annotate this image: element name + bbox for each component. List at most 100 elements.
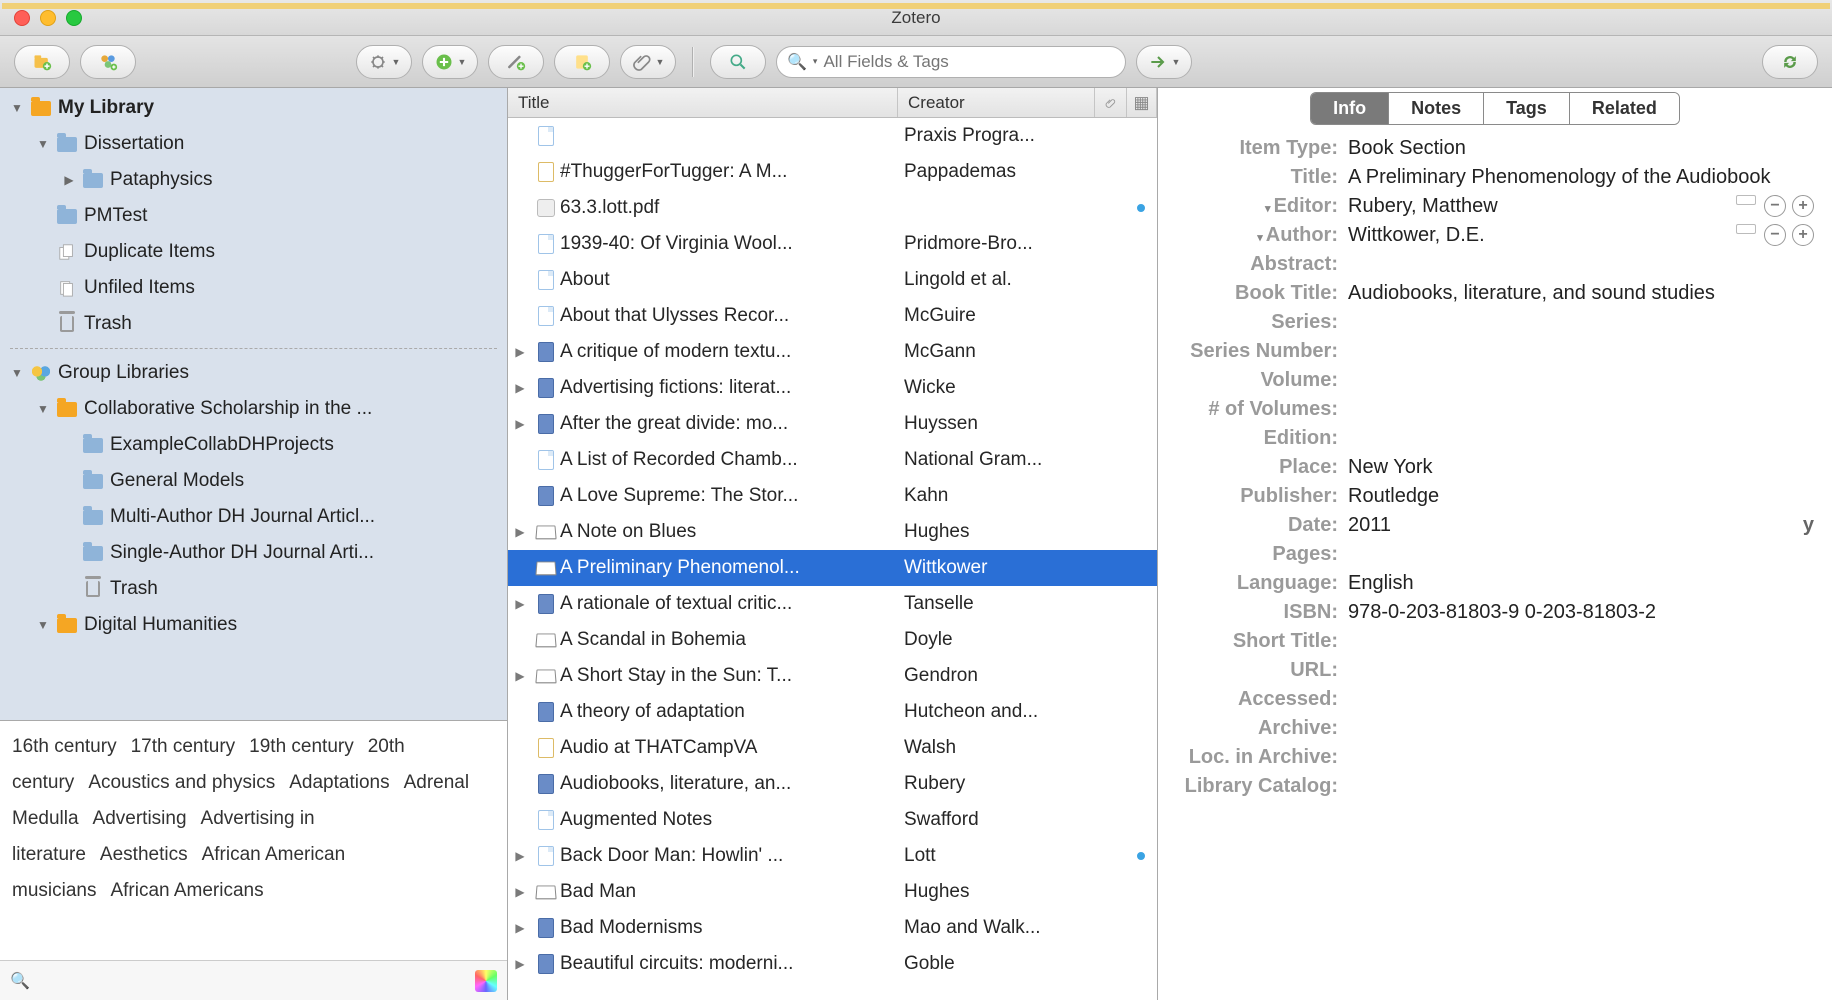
item-row[interactable]: A Love Supreme: The Stor...Kahn xyxy=(508,478,1157,514)
tag[interactable]: Adaptations xyxy=(289,772,389,793)
add-by-identifier-button[interactable] xyxy=(488,45,544,79)
item-row[interactable]: ▶A rationale of textual critic...Tansell… xyxy=(508,586,1157,622)
disclosure-triangle-icon[interactable]: ▼ xyxy=(36,618,50,632)
my-library[interactable]: ▼ My Library xyxy=(0,90,507,126)
collection-dissertation[interactable]: ▼ Dissertation xyxy=(0,126,507,162)
new-note-button[interactable] xyxy=(554,45,610,79)
column-title[interactable]: Title xyxy=(508,88,898,117)
item-row[interactable]: 63.3.lott.pdf xyxy=(508,190,1157,226)
item-row[interactable]: Praxis Progra... xyxy=(508,118,1157,154)
collections-tree[interactable]: ▼ My Library ▼ Dissertation ▶ Pataphysic… xyxy=(0,88,507,720)
duplicate-items[interactable]: Duplicate Items xyxy=(0,234,507,270)
item-row[interactable]: Audiobooks, literature, an...Rubery xyxy=(508,766,1157,802)
group-general-models[interactable]: General Models xyxy=(0,463,507,499)
disclosure-triangle-icon[interactable]: ▶ xyxy=(508,669,532,683)
tab-related[interactable]: Related xyxy=(1570,93,1679,124)
group-multi-author[interactable]: Multi-Author DH Journal Articl... xyxy=(0,499,507,535)
disclosure-triangle-icon[interactable]: ▶ xyxy=(508,417,532,431)
disclosure-triangle-icon[interactable]: ▼ xyxy=(10,101,24,115)
editor-value[interactable]: Rubery, Matthew xyxy=(1348,195,1736,218)
item-row[interactable]: About that Ulysses Recor...McGuire xyxy=(508,298,1157,334)
disclosure-triangle-icon[interactable]: ▶ xyxy=(508,849,532,863)
item-row[interactable]: A theory of adaptationHutcheon and... xyxy=(508,694,1157,730)
column-creator[interactable]: Creator xyxy=(898,88,1095,117)
group-digital-humanities[interactable]: ▼ Digital Humanities xyxy=(0,607,507,643)
tag[interactable]: 17th century xyxy=(131,736,236,757)
item-row[interactable]: ▶A Note on BluesHughes xyxy=(508,514,1157,550)
item-row[interactable]: ▶Bad ModernismsMao and Walk... xyxy=(508,910,1157,946)
item-type-value[interactable]: Book Section xyxy=(1348,137,1814,160)
item-row[interactable]: ▶Bad ManHughes xyxy=(508,874,1157,910)
item-row[interactable]: 1939-40: Of Virginia Wool...Pridmore-Bro… xyxy=(508,226,1157,262)
group-libraries-header[interactable]: ▼ Group Libraries xyxy=(0,355,507,391)
column-attachment[interactable] xyxy=(1095,88,1127,117)
item-row[interactable]: ▶Advertising fictions: literat...Wicke xyxy=(508,370,1157,406)
advanced-search-button[interactable] xyxy=(710,45,766,79)
unfiled-items[interactable]: Unfiled Items xyxy=(0,270,507,306)
disclosure-triangle-icon[interactable]: ▶ xyxy=(508,885,532,899)
author-value[interactable]: Wittkower, D.E. xyxy=(1348,224,1736,247)
tab-info[interactable]: Info xyxy=(1311,93,1389,124)
language-value[interactable]: English xyxy=(1348,572,1814,595)
item-row[interactable]: AboutLingold et al. xyxy=(508,262,1157,298)
item-row[interactable]: ▶After the great divide: mo...Huyssen xyxy=(508,406,1157,442)
book-title-value[interactable]: Audiobooks, literature, and sound studie… xyxy=(1348,282,1814,305)
trash[interactable]: Trash xyxy=(0,306,507,342)
tag[interactable]: 19th century xyxy=(249,736,354,757)
tag-selector-menu-icon[interactable] xyxy=(475,970,497,992)
item-row[interactable]: ▶A critique of modern textu...McGann xyxy=(508,334,1157,370)
group-trash[interactable]: Trash xyxy=(0,571,507,607)
new-group-button[interactable] xyxy=(80,45,136,79)
item-row[interactable]: A Scandal in BohemiaDoyle xyxy=(508,622,1157,658)
date-value[interactable]: 2011 xyxy=(1348,514,1793,537)
item-row[interactable]: Augmented NotesSwafford xyxy=(508,802,1157,838)
disclosure-triangle-icon[interactable]: ▶ xyxy=(62,173,76,187)
item-row[interactable]: ▶Back Door Man: Howlin' ...Lott xyxy=(508,838,1157,874)
creator-mode-toggle[interactable] xyxy=(1736,195,1756,205)
disclosure-triangle-icon[interactable]: ▶ xyxy=(508,381,532,395)
tag-filter-input[interactable] xyxy=(38,972,467,990)
tag[interactable]: Advertising xyxy=(93,808,187,829)
locate-button[interactable]: ▼ xyxy=(1136,45,1192,79)
item-row[interactable]: Audio at THATCampVAWalsh xyxy=(508,730,1157,766)
search-input[interactable] xyxy=(823,52,1115,72)
disclosure-triangle-icon[interactable]: ▼ xyxy=(36,402,50,416)
actions-menu-button[interactable]: ▼ xyxy=(356,45,412,79)
disclosure-triangle-icon[interactable]: ▼ xyxy=(10,366,24,380)
tag-selector[interactable]: 16th century17th century19th century20th… xyxy=(0,720,507,960)
add-creator-button[interactable]: + xyxy=(1792,224,1814,246)
group-collab-scholarship[interactable]: ▼ Collaborative Scholarship in the ... xyxy=(0,391,507,427)
new-collection-button[interactable] xyxy=(14,45,70,79)
group-single-author[interactable]: Single-Author DH Journal Arti... xyxy=(0,535,507,571)
tag[interactable]: African Americans xyxy=(110,880,263,901)
group-collab-example[interactable]: ExampleCollabDHProjects xyxy=(0,427,507,463)
item-row[interactable]: ▶Beautiful circuits: moderni...Goble xyxy=(508,946,1157,982)
add-attachment-button[interactable]: ▼ xyxy=(620,45,676,79)
disclosure-triangle-icon[interactable]: ▶ xyxy=(508,957,532,971)
item-row[interactable]: #ThuggerForTugger: A M...Pappademas xyxy=(508,154,1157,190)
publisher-value[interactable]: Routledge xyxy=(1348,485,1814,508)
tag[interactable]: Acoustics and physics xyxy=(88,772,275,793)
item-row[interactable]: A List of Recorded Chamb...National Gram… xyxy=(508,442,1157,478)
collection-pataphysics[interactable]: ▶ Pataphysics xyxy=(0,162,507,198)
disclosure-triangle-icon[interactable]: ▶ xyxy=(508,345,532,359)
search-field[interactable]: 🔍▾ xyxy=(776,46,1126,78)
tag[interactable]: 16th century xyxy=(12,736,117,757)
editor-label[interactable]: ▾Editor: xyxy=(1176,195,1348,218)
column-picker-icon[interactable]: ▦ xyxy=(1127,88,1157,117)
item-row[interactable]: ▶A Short Stay in the Sun: T...Gendron xyxy=(508,658,1157,694)
remove-creator-button[interactable]: − xyxy=(1764,195,1786,217)
isbn-value[interactable]: 978-0-203-81803-9 0-203-81803-2 xyxy=(1348,601,1814,624)
add-creator-button[interactable]: + xyxy=(1792,195,1814,217)
collection-pmtest[interactable]: PMTest xyxy=(0,198,507,234)
tag[interactable]: Aesthetics xyxy=(100,844,188,865)
remove-creator-button[interactable]: − xyxy=(1764,224,1786,246)
title-value[interactable]: A Preliminary Phenomenology of the Audio… xyxy=(1348,166,1814,189)
disclosure-triangle-icon[interactable]: ▶ xyxy=(508,597,532,611)
item-row[interactable]: A Preliminary Phenomenol...Wittkower xyxy=(508,550,1157,586)
creator-mode-toggle[interactable] xyxy=(1736,224,1756,234)
disclosure-triangle-icon[interactable]: ▶ xyxy=(508,525,532,539)
disclosure-triangle-icon[interactable]: ▶ xyxy=(508,921,532,935)
disclosure-triangle-icon[interactable]: ▼ xyxy=(36,137,50,151)
new-item-button[interactable]: ▼ xyxy=(422,45,478,79)
